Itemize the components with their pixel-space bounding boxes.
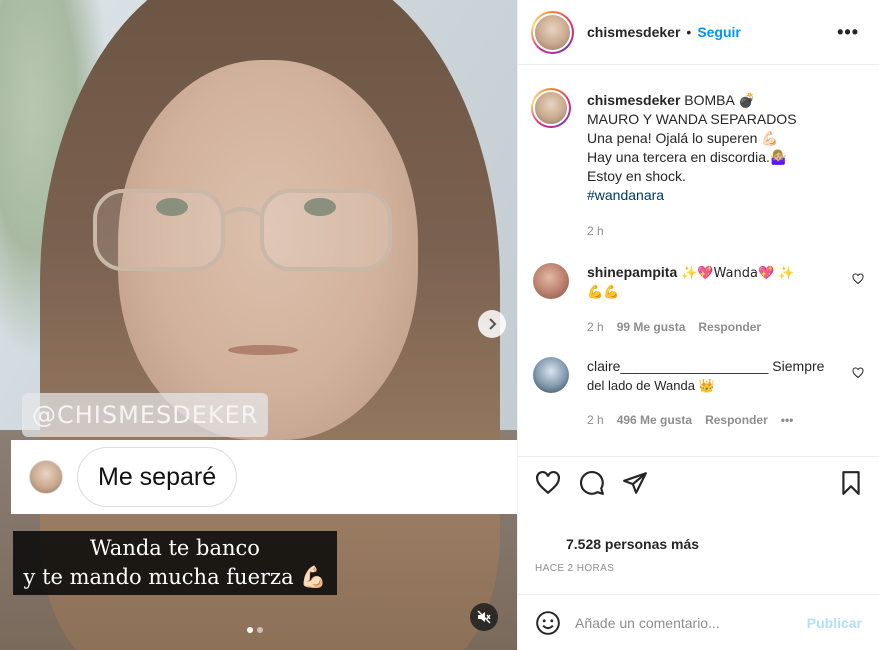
- header-username[interactable]: chismesdeker: [587, 24, 680, 40]
- comment-input[interactable]: Añade un comentario...: [575, 615, 795, 631]
- header-avatar-image: [533, 12, 572, 52]
- more-options-button[interactable]: •••: [837, 22, 859, 43]
- comment-body: claire___________________ Siempre del la…: [587, 357, 824, 430]
- comment-meta: 2 h 496 Me gusta Responder •••: [587, 411, 824, 430]
- comment-item: claire___________________ Siempre del la…: [531, 357, 866, 430]
- add-comment-bar: Añade un comentario... Publicar: [518, 594, 879, 650]
- mute-button[interactable]: [470, 603, 498, 631]
- posted-time[interactable]: HACE 2 HORAS: [535, 563, 614, 574]
- comment-reply-button[interactable]: Responder: [705, 411, 768, 430]
- emoji-icon[interactable]: [535, 610, 561, 636]
- caption-text: BOMBA 💣: [684, 92, 756, 108]
- follow-button[interactable]: Seguir: [697, 24, 741, 40]
- caption-line: MAURO Y WANDA SEPARADOS: [587, 111, 797, 127]
- story-reply-strip: Me separé: [11, 440, 517, 514]
- comment-like-icon[interactable]: [852, 273, 864, 285]
- bookmark-icon[interactable]: [838, 470, 864, 496]
- carousel-dot: [257, 627, 263, 633]
- comment-text: Siempre: [772, 358, 825, 374]
- comment-icon[interactable]: [579, 470, 605, 496]
- caption-username[interactable]: chismesdeker: [587, 92, 680, 108]
- comment-avatar[interactable]: [533, 263, 569, 299]
- comment-likes[interactable]: 496 Me gusta: [617, 411, 692, 430]
- publish-button[interactable]: Publicar: [807, 615, 862, 631]
- media-glasses: [93, 189, 392, 271]
- post-side-panel: chismesdeker • Seguir ••• chismesdeker B…: [517, 0, 879, 650]
- caption-avatar-image: [533, 90, 569, 126]
- comment-time[interactable]: 2 h: [587, 411, 604, 430]
- comment-text: ✨💖Wanda💖 ✨: [681, 266, 795, 281]
- post-actions: [518, 456, 879, 512]
- next-slide-button[interactable]: [478, 310, 506, 338]
- comment-text-line-2: 💪💪: [587, 285, 620, 300]
- header-separator: •: [686, 24, 692, 40]
- instagram-post: @CHISMESDEKER Me separé Wanda te banco y…: [0, 0, 879, 650]
- post-media[interactable]: @CHISMESDEKER Me separé Wanda te banco y…: [0, 0, 517, 650]
- comment-reply-button[interactable]: Responder: [698, 318, 761, 337]
- caption-line: chismesdeker BOMBA 💣: [587, 91, 797, 110]
- heart-icon[interactable]: [535, 470, 561, 496]
- media-mouth: [228, 345, 298, 355]
- comment-line: claire___________________ Siempre: [587, 357, 824, 376]
- comment-username[interactable]: shinepampita: [587, 264, 677, 280]
- likes-count[interactable]: 7.528 personas más: [566, 536, 699, 552]
- reply-avatar: [29, 460, 63, 494]
- share-icon[interactable]: [622, 470, 648, 496]
- caption-line: Una pena! Ojalá lo superen 💪🏻: [587, 130, 779, 146]
- chevron-right-icon: [489, 318, 497, 330]
- media-caption: Wanda te banco y te mando mucha fuerza 💪…: [13, 531, 337, 595]
- comment-likes[interactable]: 99 Me gusta: [617, 318, 686, 337]
- post-caption: chismesdeker BOMBA 💣 MAURO Y WANDA SEPAR…: [531, 88, 866, 241]
- comment-item: shinepampita ✨💖Wanda💖 ✨ 💪💪 2 h 99 Me gus…: [531, 263, 866, 337]
- caption-body: chismesdeker BOMBA 💣 MAURO Y WANDA SEPAR…: [587, 91, 797, 241]
- caption-time[interactable]: 2 h: [587, 222, 604, 241]
- comment-avatar[interactable]: [533, 357, 569, 393]
- media-caption-line-2: y te mando mucha fuerza 💪🏻: [23, 565, 327, 589]
- comments-section[interactable]: chismesdeker BOMBA 💣 MAURO Y WANDA SEPAR…: [518, 66, 879, 455]
- media-watermark: @CHISMESDEKER: [22, 393, 269, 437]
- comment-username[interactable]: claire___________________: [587, 358, 768, 374]
- caption-avatar[interactable]: [531, 88, 571, 128]
- caption-line: Estoy en shock.: [587, 168, 686, 184]
- media-caption-line-1: Wanda te banco: [90, 536, 260, 560]
- caption-hashtag[interactable]: #wandanara: [587, 186, 797, 205]
- comment-body: shinepampita ✨💖Wanda💖 ✨ 💪💪 2 h 99 Me gus…: [587, 263, 794, 337]
- comment-like-icon[interactable]: [852, 367, 864, 379]
- caption-meta: 2 h: [587, 222, 797, 241]
- caption-line: Hay una tercera en discordia.🤷🏼‍♀️: [587, 149, 788, 165]
- post-header: chismesdeker • Seguir •••: [518, 0, 879, 65]
- carousel-dot: [247, 627, 253, 633]
- comment-line: shinepampita ✨💖Wanda💖 ✨: [587, 263, 794, 283]
- comment-more-button[interactable]: •••: [781, 411, 794, 430]
- comment-time[interactable]: 2 h: [587, 318, 604, 337]
- comment-meta: 2 h 99 Me gusta Responder: [587, 318, 794, 337]
- header-avatar[interactable]: [531, 10, 574, 54]
- reply-bubble: Me separé: [77, 447, 238, 507]
- carousel-dots: [247, 627, 263, 633]
- mute-icon: [477, 610, 491, 624]
- comment-text-line-2: del lado de Wanda 👑: [587, 378, 715, 393]
